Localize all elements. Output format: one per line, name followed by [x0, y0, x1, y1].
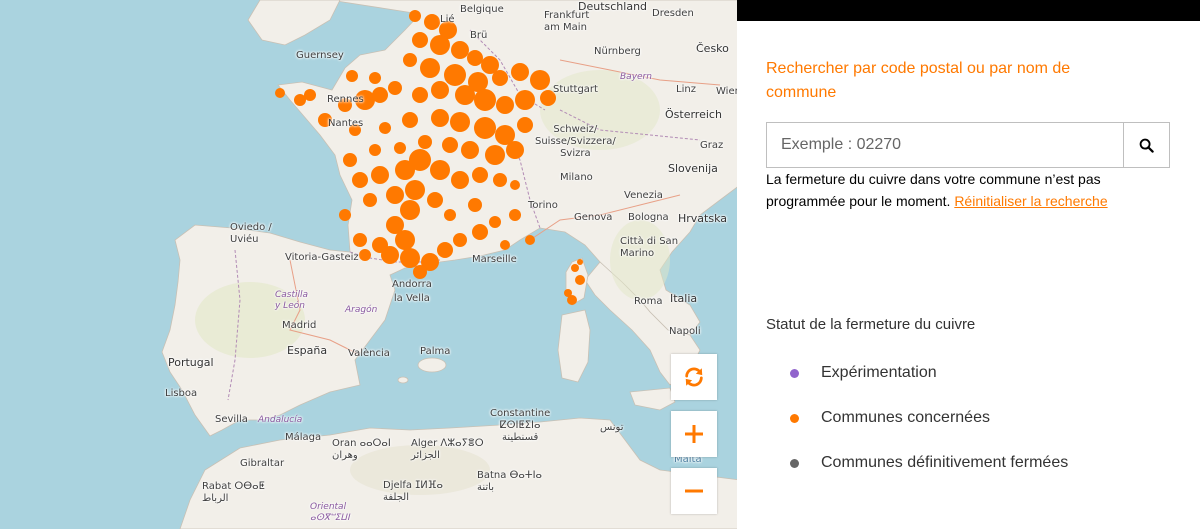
map-label-tunis: تونس: [600, 422, 624, 433]
map-label-nantes: Nantes: [328, 118, 364, 129]
map-label-alger: Alger ⴷⵣⴰⵢⴻⵔ الجزائر: [411, 438, 484, 461]
map-label-rabat: Rabat ⵔⴱⴰⵟ الرباط: [202, 481, 265, 504]
legend-item-communes-fermees: Communes définitivement fermées: [790, 454, 1068, 472]
map-label-genova: Genova: [574, 212, 613, 223]
map-label-vitoria: Vitoria-Gasteiz: [285, 252, 359, 263]
legend-label: Communes concernées: [821, 409, 990, 426]
legend-label: Communes définitivement fermées: [821, 454, 1069, 471]
map-label-citta-san-marino: Città di San Marino: [620, 236, 679, 259]
map-label-bologna: Bologna: [628, 212, 669, 223]
gray-dot-icon: [790, 458, 799, 468]
map-label-stuttgart: Stuttgart: [553, 84, 598, 95]
land-mallorca: [417, 357, 447, 373]
legend-label: Expérimentation: [821, 364, 937, 381]
map-label-hrvatska: Hrvatska: [678, 212, 728, 225]
legend-item-experimentation: Expérimentation: [790, 364, 937, 382]
search-title: Rechercher par code postal ou par nom de…: [766, 60, 1071, 101]
map-label-rennes: Rennes: [327, 94, 364, 105]
map-label-gibraltar: Gibraltar: [240, 458, 285, 469]
map-label-graz: Graz: [700, 140, 724, 151]
map-label-milano: Milano: [560, 172, 593, 183]
top-bar: [737, 0, 1200, 21]
result-message: La fermeture du cuivre dans votre commun…: [766, 168, 1166, 212]
map-label-lisboa: Lisboa: [165, 388, 198, 399]
map-label-palma: Palma: [420, 346, 451, 357]
map-label-schweiz: Schweiz/ Suisse/Svizzera/ Svizra: [535, 124, 616, 159]
land-ibiza: [397, 376, 409, 384]
map-label-roma: Roma: [634, 296, 663, 307]
map-label-venezia: Venezia: [624, 190, 663, 201]
map-label-madrid: Madrid: [282, 320, 317, 331]
search-icon: [1139, 138, 1154, 153]
map-label-liege: Lié: [440, 14, 455, 25]
search-box: [766, 122, 1170, 168]
map-label-constantine: Constantine ⵇⵙⵏⵟⵉⵏⴰ قسنطينة: [490, 408, 551, 443]
map-label-valencia: València: [348, 348, 390, 359]
map-label-brussels: Brü: [470, 30, 488, 41]
map-label-andorra: Andorra la Vella: [392, 279, 432, 304]
map-label-marseille: Marseille: [472, 254, 517, 265]
map-label-djelfa: Djelfa ⵊⵍⴼⴰ الجلفة: [383, 480, 443, 503]
map-label-italia: Italia: [670, 292, 698, 305]
map-label-belgique: Belgique: [460, 4, 504, 15]
search-panel: Rechercher par code postal ou par nom de…: [737, 21, 1200, 529]
map-label-slovenija: Slovenija: [668, 162, 718, 175]
map-label-napoli: Napoli: [669, 326, 701, 337]
reset-search-link[interactable]: Réinitialiser la recherche: [954, 193, 1107, 209]
plus-icon: [685, 425, 703, 443]
map-label-espana: España: [287, 344, 328, 357]
map-label-linz: Linz: [676, 84, 696, 95]
map-label-portugal: Portugal: [168, 356, 214, 369]
map-label-osterreich: Österreich: [665, 108, 722, 121]
map-label-torino: Torino: [528, 200, 558, 211]
legend-item-communes-concernees: Communes concernées: [790, 409, 990, 427]
map-label-sevilla: Sevilla: [215, 414, 248, 425]
map-label-frankfurt: Frankfurt am Main: [544, 10, 590, 33]
map-label-oviedo: Oviedo / Uviéu: [230, 222, 272, 245]
map-label-malaga: Málaga: [285, 432, 322, 443]
search-button[interactable]: [1123, 123, 1169, 167]
zoom-out-button[interactable]: [671, 468, 717, 514]
minus-icon: [685, 489, 703, 493]
orange-dot-icon: [790, 413, 799, 423]
map-label-oran: Oran ⴰⴰⵔⴰⵏ وهران: [332, 438, 391, 461]
map-label-cesko: Česko: [696, 42, 729, 55]
legend-title: Statut de la fermeture du cuivre: [766, 316, 976, 333]
search-input[interactable]: [767, 123, 1123, 167]
map-label-bayern: Bayern: [620, 72, 652, 82]
map-label-dresden: Dresden: [652, 8, 694, 19]
map-label-andalucia: Andalucía: [258, 415, 303, 425]
purple-dot-icon: [790, 368, 799, 378]
refresh-icon: [685, 367, 703, 387]
zoom-in-button[interactable]: [671, 411, 717, 457]
map-label-oriental: Oriental ⴰⵙⴳⵯⵉⵡⵏ: [310, 502, 350, 523]
map-label-batna: Batna ⴱⴰⵜⵏⴰ باتنة: [477, 470, 542, 493]
map-label-aragon: Aragón: [345, 305, 378, 315]
map-label-nurnberg: Nürnberg: [594, 46, 641, 57]
refresh-button[interactable]: [671, 354, 717, 400]
map-label-castilla: Castilla y León: [275, 290, 309, 311]
map-label-guernsey: Guernsey: [296, 50, 344, 61]
